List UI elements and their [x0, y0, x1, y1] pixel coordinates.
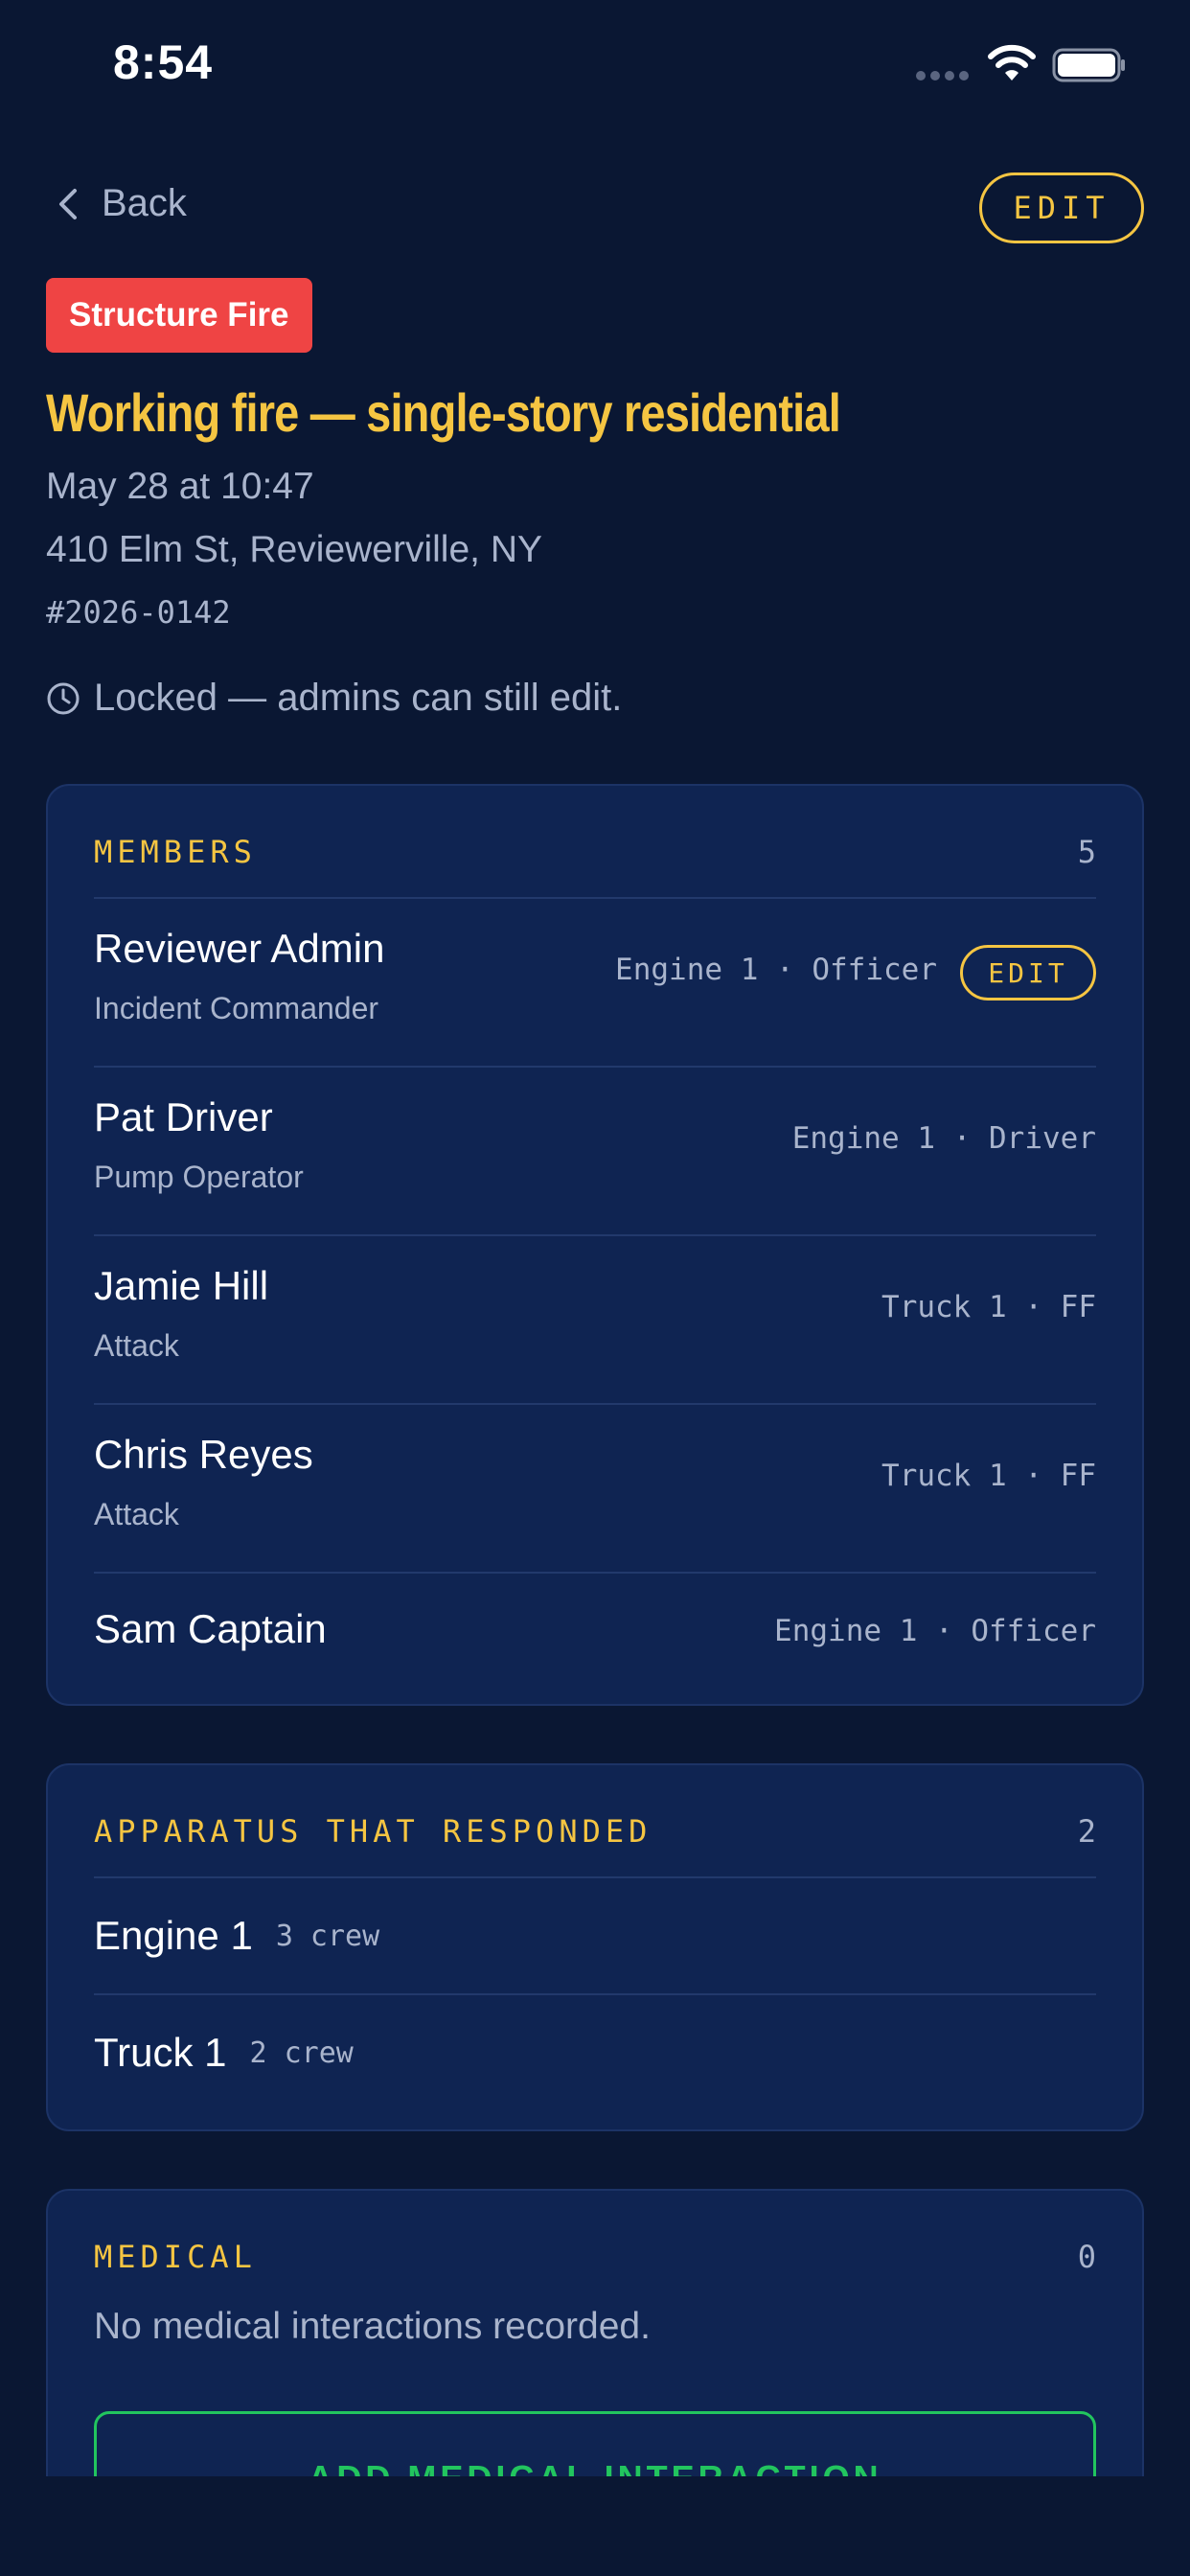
medical-header: MEDICAL 0 [94, 2239, 1096, 2275]
member-name: Reviewer Admin [94, 926, 385, 971]
incident-type-badge: Structure Fire [46, 278, 312, 353]
member-row[interactable]: Sam Captain Engine 1 · Officer [94, 1574, 1096, 1689]
lock-notice: Locked — admins can still edit. [46, 677, 622, 720]
member-unit: Truck 1 · FF [881, 1459, 1096, 1493]
member-role: Attack [94, 1497, 179, 1531]
member-name: Chris Reyes [94, 1432, 313, 1477]
status-bar: 8:54 [0, 0, 1190, 134]
member-name: Jamie Hill [94, 1263, 269, 1308]
incident-number: #2026-0142 [46, 594, 231, 631]
edit-incident-button[interactable]: EDIT [979, 172, 1144, 243]
member-unit: Engine 1 · Officer [774, 1614, 1096, 1648]
incident-title: Working fire — single-story residential [46, 382, 841, 443]
back-label: Back [102, 182, 187, 224]
clock-icon [47, 682, 80, 714]
back-button[interactable]: Back [54, 182, 187, 225]
members-label: MEMBERS [94, 834, 257, 870]
member-role: Incident Commander [94, 991, 379, 1025]
chevron-left-icon [59, 188, 77, 219]
apparatus-crew: 2 crew [249, 2036, 354, 2070]
edit-member-button[interactable]: EDIT [960, 945, 1096, 1000]
members-count: 5 [1077, 834, 1096, 870]
apparatus-name: Engine 1 [94, 1913, 253, 1958]
member-row[interactable]: Pat Driver Pump Operator Engine 1 · Driv… [94, 1068, 1096, 1234]
apparatus-count: 2 [1077, 1813, 1096, 1850]
apparatus-row[interactable]: Engine 1 3 crew [94, 1878, 1096, 1993]
incident-address: 410 Elm St, Reviewerville, NY [46, 529, 543, 570]
member-role: Attack [94, 1328, 179, 1363]
lock-notice-text: Locked — admins can still edit. [94, 677, 623, 719]
apparatus-name: Truck 1 [94, 2030, 227, 2075]
member-name: Sam Captain [94, 1606, 327, 1651]
member-unit: Truck 1 · FF [881, 1290, 1096, 1324]
apparatus-label: APPARATUS THAT RESPONDED [94, 1813, 652, 1850]
apparatus-card: APPARATUS THAT RESPONDED 2 Engine 1 3 cr… [46, 1763, 1144, 2131]
medical-empty-text: No medical interactions recorded. [94, 2306, 651, 2347]
member-role: Pump Operator [94, 1160, 304, 1194]
battery-icon [1052, 48, 1125, 82]
member-row[interactable]: Chris Reyes Attack Truck 1 · FF [94, 1405, 1096, 1572]
member-unit: Engine 1 · Officer [615, 953, 937, 987]
incident-date: May 28 at 10:47 [46, 466, 314, 507]
status-time: 8:54 [113, 35, 214, 89]
member-row[interactable]: Reviewer Admin Incident Commander Engine… [94, 899, 1096, 1066]
apparatus-header: APPARATUS THAT RESPONDED 2 [94, 1813, 1096, 1850]
wifi-icon [988, 44, 1036, 80]
medical-label: MEDICAL [94, 2239, 257, 2275]
apparatus-row[interactable]: Truck 1 2 crew [94, 1995, 1096, 2110]
members-card: MEMBERS 5 Reviewer Admin Incident Comman… [46, 784, 1144, 1706]
member-name: Pat Driver [94, 1094, 273, 1139]
cellular-signal-icon [916, 71, 969, 80]
bottom-bar-area [0, 2476, 1190, 2576]
member-unit: Engine 1 · Driver [791, 1121, 1096, 1156]
members-header: MEMBERS 5 [94, 834, 1096, 870]
member-row[interactable]: Jamie Hill Attack Truck 1 · FF [94, 1236, 1096, 1403]
medical-count: 0 [1077, 2239, 1096, 2275]
apparatus-crew: 3 crew [275, 1919, 380, 1953]
